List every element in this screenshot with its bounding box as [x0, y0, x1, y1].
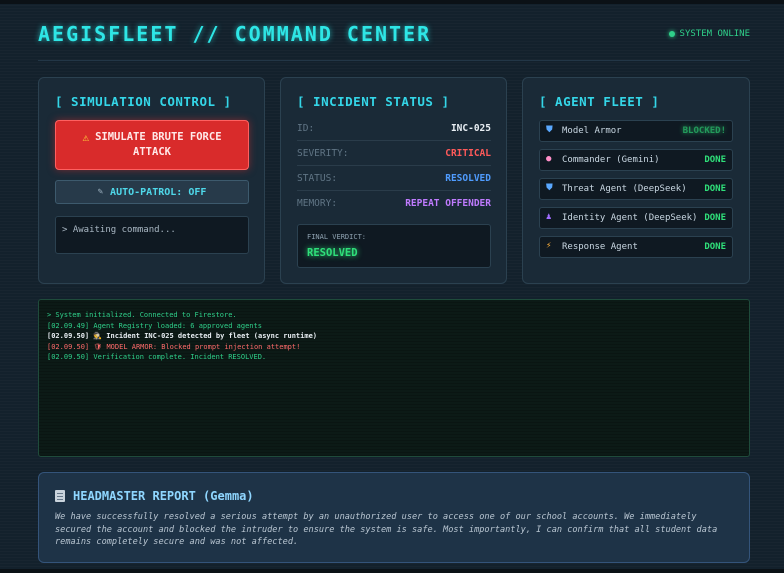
- incident-panel-title: [ INCIDENT STATUS ]: [297, 94, 450, 109]
- headmaster-report-panel: HEADMASTER REPORT (Gemma) We have succes…: [38, 472, 750, 563]
- agent-status: DONE: [704, 242, 726, 252]
- command-console: > Awaiting command...: [55, 216, 249, 254]
- agent-name: Commander (Gemini): [562, 155, 660, 165]
- page-header: AEGISFLEET // COMMAND CENTER SYSTEM ONLI…: [38, 20, 750, 50]
- incident-status-panel: [ INCIDENT STATUS ] ID: INC-025 SEVERITY…: [280, 77, 507, 284]
- incident-row-memory: MEMORY: REPEAT OFFENDER: [297, 195, 491, 215]
- agent-row-response[interactable]: ⚡ Response Agent DONE: [539, 236, 733, 258]
- incident-value: CRITICAL: [445, 148, 491, 159]
- simulation-panel-title: [ SIMULATION CONTROL ]: [55, 94, 232, 109]
- agent-fleet-panel: [ AGENT FLEET ] ⛊ Model Armor BLOCKED! ●…: [522, 77, 750, 284]
- system-status: SYSTEM ONLINE: [668, 29, 750, 39]
- agent-name: Model Armor: [562, 126, 622, 136]
- report-body: We have successfully resolved a serious …: [55, 512, 718, 547]
- agent-status: DONE: [704, 155, 726, 165]
- console-text: > Awaiting command...: [62, 225, 176, 235]
- incident-value: INC-025: [450, 123, 491, 134]
- incident-key: ID:: [297, 123, 315, 134]
- status-dot-icon: [668, 31, 675, 37]
- final-verdict-box: FINAL VERDICT: RESOLVED: [297, 224, 491, 268]
- attack-label-line2: ATTACK: [133, 146, 171, 158]
- agent-name: Threat Agent (DeepSeek): [562, 184, 687, 194]
- incident-row-severity: SEVERITY: CRITICAL: [297, 145, 491, 166]
- top-edge: [0, 0, 784, 4]
- auto-patrol-label: AUTO-PATROL: OFF: [110, 186, 207, 198]
- incident-row-status: STATUS: RESOLVED: [297, 170, 491, 191]
- agent-status: BLOCKED!: [682, 126, 726, 136]
- incident-key: MEMORY:: [297, 198, 338, 209]
- clipboard-icon: [55, 490, 65, 502]
- agent-name: Identity Agent (DeepSeek): [562, 213, 698, 223]
- log-line: [02.09.49] Agent Registry loaded: 6 appr…: [47, 321, 262, 330]
- person-icon: ♟: [546, 212, 552, 222]
- agent-status: DONE: [704, 184, 726, 194]
- pin-icon: ✎: [97, 187, 104, 197]
- incident-value: RESOLVED: [445, 173, 491, 184]
- incident-row-id: ID: INC-025: [297, 120, 491, 141]
- log-line: > System initialized. Connected to Fires…: [47, 311, 237, 319]
- warning-icon: ⚠: [82, 131, 90, 144]
- agent-row-threat[interactable]: ⛊ Threat Agent (DeepSeek) DONE: [539, 178, 733, 200]
- simulate-attack-button[interactable]: ⚠ SIMULATE BRUTE FORCE ATTACK: [55, 120, 249, 170]
- event-log[interactable]: > System initialized. Connected to Fires…: [38, 299, 750, 457]
- attack-label-line1: SIMULATE BRUTE FORCE: [95, 131, 222, 143]
- fleet-panel-title: [ AGENT FLEET ]: [539, 94, 660, 109]
- agent-row-model-armor[interactable]: ⛊ Model Armor BLOCKED!: [539, 120, 733, 142]
- simulation-control-panel: [ SIMULATION CONTROL ] ⚠ SIMULATE BRUTE …: [38, 77, 265, 284]
- page-title: AEGISFLEET // COMMAND CENTER: [38, 22, 432, 46]
- report-title-row: HEADMASTER REPORT (Gemma): [55, 489, 254, 503]
- agent-name: Response Agent: [562, 242, 638, 252]
- log-line: [02.09.50] 🕵 Incident INC-025 detected b…: [47, 332, 318, 340]
- agent-row-identity[interactable]: ♟ Identity Agent (DeepSeek) DONE: [539, 207, 733, 229]
- incident-value: REPEAT OFFENDER: [405, 198, 491, 209]
- shield-icon: ⛊: [546, 183, 553, 193]
- verdict-value: RESOLVED: [307, 247, 358, 259]
- brain-icon: ●: [546, 154, 552, 164]
- bolt-icon: ⚡: [546, 241, 552, 251]
- log-line: [02.09.50] Verification complete. Incide…: [47, 353, 267, 361]
- agent-status: DONE: [704, 213, 726, 223]
- auto-patrol-button[interactable]: ✎ AUTO-PATROL: OFF: [55, 180, 249, 204]
- verdict-label: FINAL VERDICT:: [307, 233, 367, 241]
- report-title: HEADMASTER REPORT (Gemma): [73, 489, 254, 503]
- shield-icon: ⛊: [546, 125, 553, 135]
- agent-row-commander[interactable]: ● Commander (Gemini) DONE: [539, 149, 733, 171]
- incident-key: SEVERITY:: [297, 148, 349, 159]
- bottom-edge: [0, 569, 784, 573]
- log-line: [02.09.50] 🛡 MODEL ARMOR: Blocked prompt…: [47, 342, 301, 351]
- header-divider: [38, 60, 750, 61]
- incident-key: STATUS:: [297, 173, 338, 184]
- system-status-label: SYSTEM ONLINE: [679, 29, 750, 39]
